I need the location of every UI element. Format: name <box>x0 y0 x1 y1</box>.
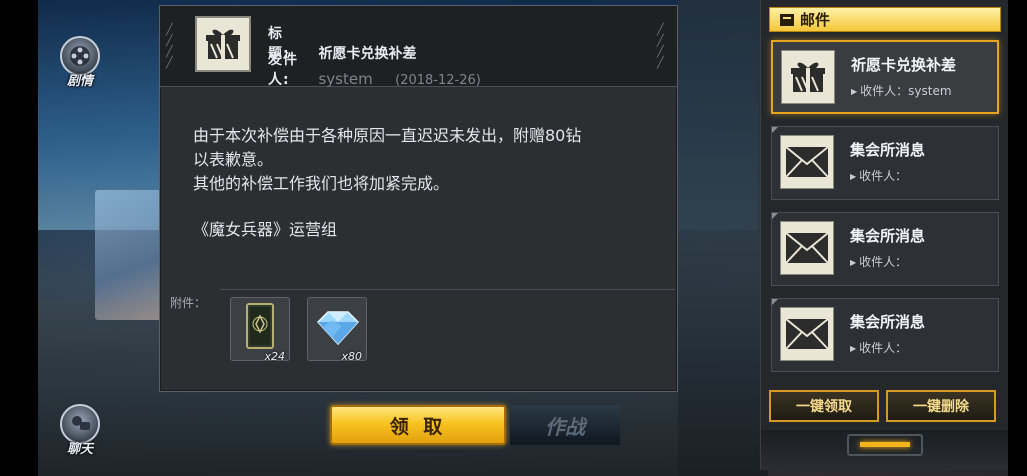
mail-item-name: 集会所消息 <box>850 313 926 331</box>
mail-item-name: 祈愿卡兑换补差 <box>851 56 957 74</box>
battle-button[interactable]: 作战 <box>510 405 620 445</box>
header-hatch-left: ╱ ╱ ╱ ╱ <box>166 23 173 69</box>
chat-button[interactable]: 聊天 <box>50 404 110 457</box>
envelope-icon <box>780 221 834 275</box>
envelope-icon <box>780 307 834 361</box>
background-poster <box>95 190 165 320</box>
corner-mark <box>772 213 778 219</box>
mail-sender: system <box>318 70 373 88</box>
attachment-count: x24 <box>264 350 285 363</box>
mail-list-item[interactable]: 集会所消息 收件人： <box>771 126 999 200</box>
mail-list-title: 邮件 <box>769 7 1001 32</box>
attachment-card[interactable]: x24 <box>230 297 290 363</box>
attachments-label: 附件： <box>170 296 207 310</box>
body-line: 以表歉意。 <box>193 150 274 169</box>
header-hatch-right: ╱ ╱ ╱ ╱ <box>657 23 664 69</box>
gift-icon <box>781 50 835 104</box>
mail-date: (2018-12-26) <box>395 73 481 88</box>
mail-item-name: 集会所消息 <box>850 141 926 159</box>
mail-list-item[interactable]: 祈愿卡兑换补差 收件人：system <box>771 40 999 114</box>
left-screen-edge <box>0 0 38 476</box>
body-line: 其他的补偿工作我们也将加紧完成。 <box>193 174 450 193</box>
sender-key: 发件人: <box>268 52 298 88</box>
background-right-wall <box>678 0 768 476</box>
claim-all-button[interactable]: 一键领取 <box>769 390 879 422</box>
mail-sender-row: 发件人: system (2018-12-26) <box>268 49 481 89</box>
delete-all-button[interactable]: 一键删除 <box>886 390 996 422</box>
mail-list-panel: 邮件 祈愿卡兑换补差 收件人：system 集会所消息 收件人： 集会所消息 收… <box>760 0 1009 470</box>
corner-mark <box>772 299 778 305</box>
mail-header: ╱ ╱ ╱ ╱ ╱ ╱ ╱ ╱ 标 题: 祈愿卡兑换补差 发件人: system (2018… <box>160 6 677 89</box>
mail-list-title-text: 邮件 <box>800 11 831 29</box>
mail-list-item[interactable]: 集会所消息 收件人： <box>771 212 999 286</box>
body-line: 由于本次补偿由于各种原因一直迟迟未发出，附赠80钻 <box>193 126 582 145</box>
claim-button[interactable]: 领 取 <box>330 405 506 445</box>
envelope-icon <box>780 135 834 189</box>
mailbox-icon <box>780 13 794 26</box>
mail-body: 由于本次补偿由于各种原因一直迟迟未发出，附赠80钻 以表歉意。 其他的补偿工作我… <box>193 124 653 242</box>
mail-item-recipient: 收件人：system <box>851 82 951 99</box>
footer-indicator <box>860 442 910 447</box>
mail-item-recipient: 收件人： <box>850 253 907 270</box>
mail-item-recipient: 收件人： <box>850 167 907 184</box>
chat-label: 聊天 <box>66 442 93 457</box>
story-label: 剧情 <box>66 74 93 89</box>
mail-list-footer <box>761 430 1009 470</box>
story-button[interactable]: 剧情 <box>50 36 110 89</box>
mail-item-name: 集会所消息 <box>850 227 926 245</box>
attachment-count: x80 <box>341 350 362 363</box>
gift-icon <box>195 16 251 72</box>
mail-detail-panel: ╱ ╱ ╱ ╱ ╱ ╱ ╱ ╱ 标 题: 祈愿卡兑换补差 发件人: system (2018… <box>159 5 678 392</box>
mail-item-recipient: 收件人： <box>850 339 907 356</box>
mail-list-item[interactable]: 集会所消息 收件人： <box>771 298 999 372</box>
attachment-diamond[interactable]: x80 <box>307 297 367 363</box>
right-screen-edge <box>1008 0 1027 476</box>
corner-mark <box>772 127 778 133</box>
attachments-divider <box>220 289 675 290</box>
mail-signature: 《魔女兵器》运营组 <box>193 220 338 239</box>
